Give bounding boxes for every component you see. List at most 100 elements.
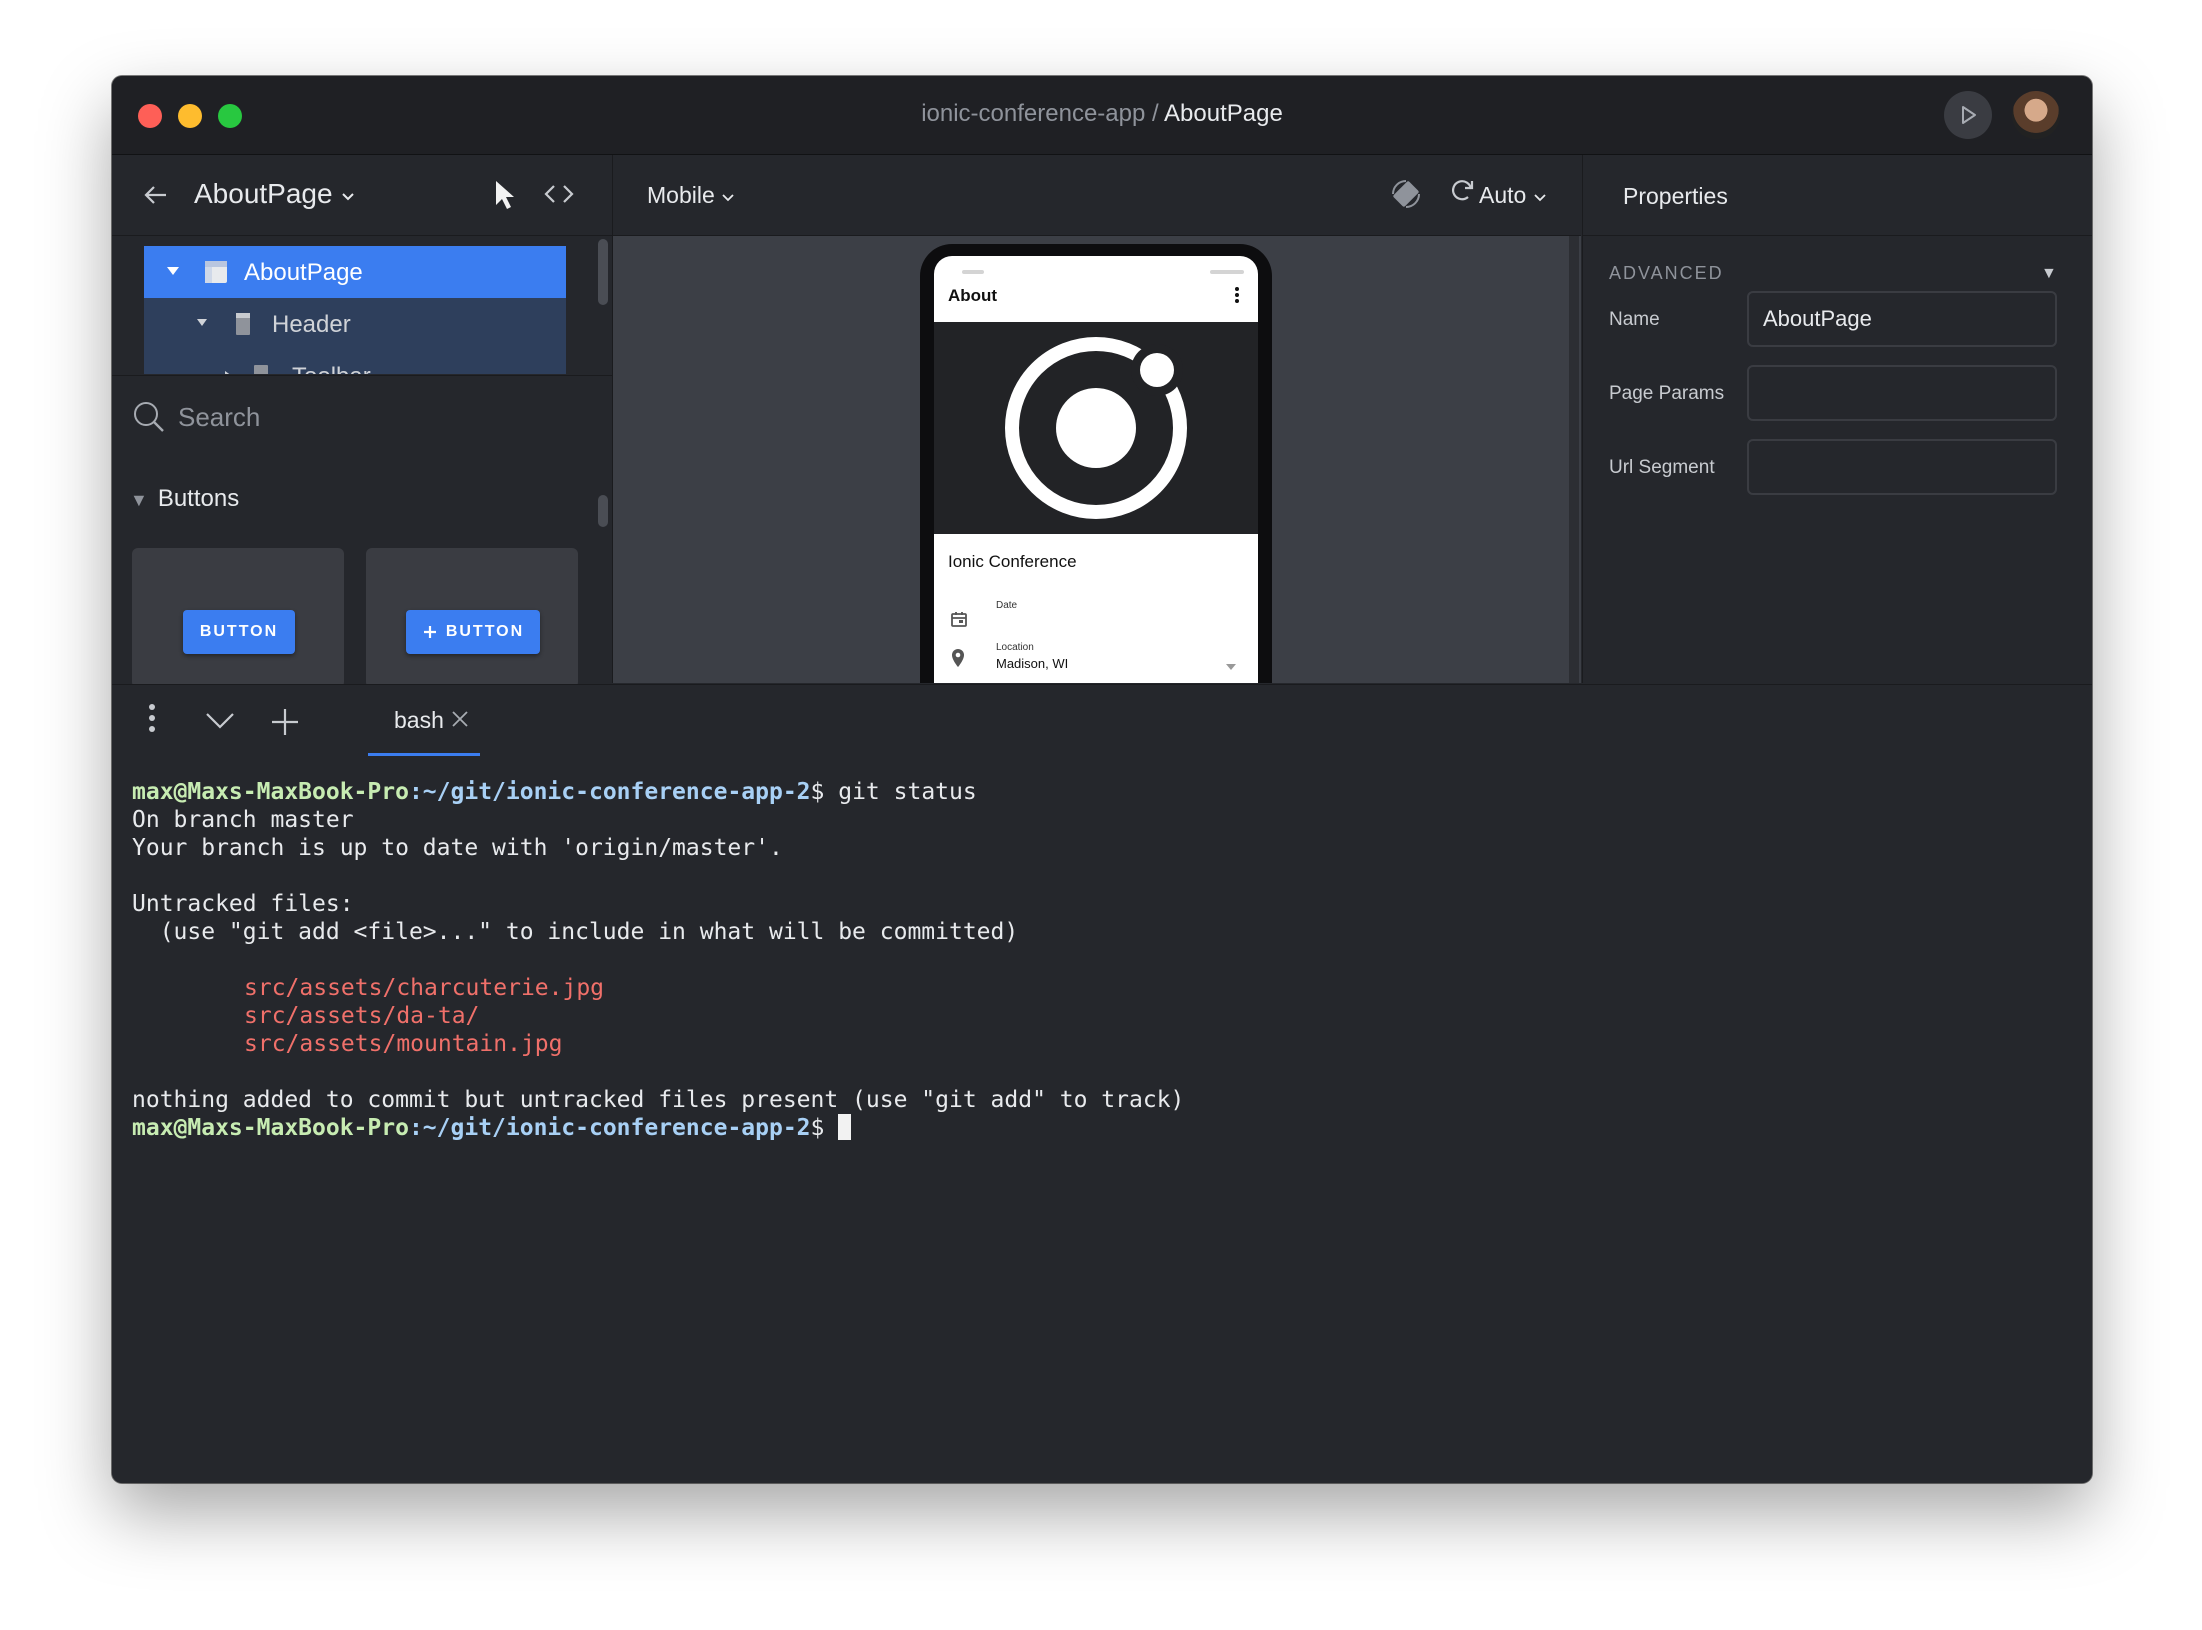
preview-page-title: About [948,286,998,305]
terminal-cursor [838,1114,852,1140]
terminal-tab-bash[interactable]: bash [368,695,480,756]
search-icon [134,402,164,432]
caret-down-icon[interactable] [166,266,180,276]
terminal-line-command: max@Maxs-MaxBook-Pro:~/git/ionic-confere… [132,778,977,806]
select-cursor-icon[interactable] [492,179,520,211]
more-vertical-icon[interactable] [1234,286,1240,304]
page-params-field[interactable] [1747,365,2057,421]
page-icon [205,261,227,283]
play-icon [1962,106,1976,124]
page-selector-label: AboutPage [194,178,333,209]
device-selector-label: Mobile [647,182,715,208]
tree-item-header[interactable]: Header [144,298,566,350]
terminal-command: git status [824,779,977,805]
section-label: Buttons [157,485,240,512]
name-label: Name [1609,309,1660,330]
preview-hero-image [934,322,1258,534]
preview-location-value: Madison, WI [996,656,1069,671]
page-tree: AboutPage Header Toolbar [112,236,612,374]
terminal-line: nothing added to commit but untracked fi… [132,1087,1185,1113]
user-avatar[interactable] [2012,91,2060,139]
left-panel-header: AboutPage [112,155,612,236]
code-view-icon[interactable] [542,181,576,207]
buttons-section-header[interactable]: ▼ Buttons [130,485,239,513]
header-element-icon [236,313,250,335]
device-selector[interactable]: Mobile [647,182,735,209]
toolbar-element-icon [254,365,268,374]
prompt-path: :~/git/ionic-conference-app-2 [408,1115,811,1141]
close-icon[interactable] [450,709,470,729]
url-segment-label: Url Segment [1609,457,1715,478]
terminal-tab-bar: bash [112,684,2092,761]
more-vertical-icon[interactable] [148,703,156,733]
tree-item-label: AboutPage [244,259,363,286]
chevron-down-icon [1534,194,1546,202]
zoom-selector-label: Auto [1479,182,1527,208]
add-terminal-icon[interactable] [270,707,300,737]
terminal-line-prompt: max@Maxs-MaxBook-Pro:~/git/ionic-confere… [132,1114,852,1142]
name-field[interactable] [1747,291,2057,347]
preview-location-label: Location [996,642,1034,653]
back-arrow-icon[interactable] [142,181,170,209]
components-scrollbar[interactable] [598,495,608,527]
canvas-scrollbar[interactable] [1569,236,1579,683]
properties-header: Properties [1583,155,2092,236]
location-pin-icon [952,649,964,667]
zoom-selector[interactable]: Auto [1479,182,1547,209]
terminal-line: On branch master [132,807,354,833]
plus-icon [423,626,436,638]
app-window: ionic-conference-app / AboutPage AboutPa… [112,76,2092,1483]
page-selector[interactable]: AboutPage [194,178,356,210]
phone-frame: About Ionic Conference Date Location Mad… [920,244,1272,683]
button-component-card[interactable]: BUTTON [132,548,344,688]
terminal-output[interactable]: max@Maxs-MaxBook-Pro:~/git/ionic-confere… [112,760,2092,1483]
refresh-icon[interactable] [1449,177,1477,205]
caret-down-icon[interactable] [196,318,208,327]
left-panel: AboutPage AboutPage Header Search ▼ Butt… [112,155,613,688]
page-params-label: Page Params [1609,383,1725,404]
terminal-line: Your branch is up to date with 'origin/m… [132,835,783,861]
prompt-symbol: $ [810,1115,825,1141]
chevron-down-icon[interactable] [204,711,236,731]
url-segment-field[interactable] [1747,439,2057,495]
caret-right-icon[interactable] [224,370,233,374]
advanced-section-label: ADVANCED [1609,263,1724,283]
button-preview-label: BUTTON [445,623,525,640]
title-page-name: AboutPage [1164,100,1283,127]
component-search [112,375,612,456]
tree-item-toolbar[interactable]: Toolbar [144,350,566,374]
run-button[interactable] [1944,91,1992,139]
button-preview-label: BUTTON [199,623,279,640]
preview-date-label: Date [996,600,1018,611]
icon-button-component-card[interactable]: BUTTON [366,548,578,688]
rotate-device-icon[interactable] [1389,177,1423,211]
design-canvas[interactable]: About Ionic Conference Date Location Mad… [613,236,1581,683]
prompt-symbol: $ [810,779,825,805]
terminal-line: Untracked files: [132,891,354,917]
prompt-user: max@Maxs-MaxBook-Pro [132,1115,409,1141]
untracked-file: src/assets/charcuterie.jpg [244,975,605,1001]
status-bar-icons [1210,270,1244,274]
tree-item-aboutpage[interactable]: AboutPage [144,246,566,298]
untracked-file: src/assets/mountain.jpg [244,1031,563,1057]
caret-down-icon[interactable] [1226,664,1236,670]
terminal-line: (use "git add <file>..." to include in w… [132,919,1019,945]
terminal-tab-label: bash [394,707,444,733]
phone-screen[interactable]: About Ionic Conference Date Location Mad… [934,256,1258,683]
tree-scrollbar[interactable] [598,239,608,305]
untracked-file: src/assets/da-ta/ [244,1003,480,1029]
properties-title: Properties [1623,183,1728,209]
tree-item-label: Toolbar [292,363,371,374]
button-preview: BUTTON [183,610,295,654]
ionic-logo-icon [1005,337,1187,519]
properties-panel: Properties ADVANCED ▼ Name Page Params U… [1582,155,2092,683]
caret-down-icon[interactable]: ▼ [2041,265,2057,283]
search-input[interactable] [176,396,540,438]
status-bar-indicator [962,270,984,274]
title-bar: ionic-conference-app / AboutPage [112,76,2092,155]
prompt-user: max@Maxs-MaxBook-Pro [132,779,409,805]
calendar-icon [951,612,967,627]
canvas-toolbar: Mobile Auto [613,155,1581,236]
prompt-path: :~/git/ionic-conference-app-2 [408,779,811,805]
tree-item-label: Header [272,311,351,338]
